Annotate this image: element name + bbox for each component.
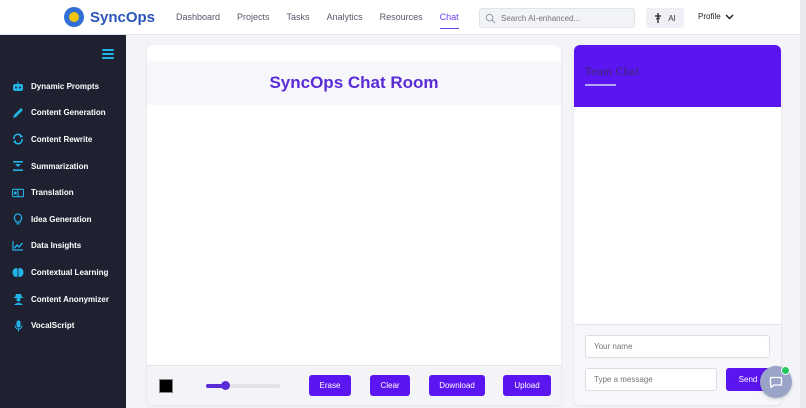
- name-field[interactable]: [585, 335, 770, 358]
- search-icon: [485, 13, 496, 23]
- menu-toggle-icon[interactable]: [102, 49, 114, 59]
- sidebar-item-label: Summarization: [31, 161, 89, 171]
- message-input[interactable]: [585, 368, 717, 391]
- sidebar-item-summarization[interactable]: Summarization: [0, 153, 126, 180]
- whiteboard-card: SyncOps Chat Room Erase Clear Download U…: [147, 45, 561, 405]
- page-scrollbar[interactable]: [800, 0, 806, 408]
- nav-resources[interactable]: Resources: [380, 12, 423, 29]
- sidebar-item-label: Content Anonymizer: [31, 294, 109, 304]
- online-status-dot: [781, 366, 790, 375]
- brand-logo[interactable]: SyncOps: [64, 7, 155, 27]
- brain-icon: [12, 266, 24, 278]
- ai-button[interactable]: AI: [646, 8, 684, 28]
- page-title: SyncOps Chat Room: [269, 73, 439, 92]
- search-box[interactable]: [479, 8, 635, 28]
- nav-analytics[interactable]: Analytics: [327, 12, 363, 29]
- board-toolbar: Erase Clear Download Upload: [147, 365, 561, 405]
- sidebar-item-vocalscript[interactable]: VocalScript: [0, 312, 126, 339]
- upload-button[interactable]: Upload: [503, 375, 551, 396]
- top-navbar: SyncOps Dashboard Projects Tasks Analyti…: [0, 0, 806, 35]
- pen-icon: [12, 107, 24, 119]
- sidebar-item-content-generation[interactable]: Content Generation: [0, 100, 126, 127]
- profile-menu[interactable]: Profile: [698, 12, 734, 21]
- sidebar-item-label: Data Insights: [31, 241, 82, 251]
- sidebar-item-label: Idea Generation: [31, 214, 92, 224]
- erase-button[interactable]: Erase: [309, 375, 351, 396]
- sidebar-item-dynamic-prompts[interactable]: Dynamic Prompts: [0, 73, 126, 100]
- sidebar-item-label: Content Rewrite: [31, 134, 93, 144]
- profile-label: Profile: [698, 12, 721, 21]
- sidebar-item-content-rewrite[interactable]: Content Rewrite: [0, 126, 126, 153]
- brand-name: SyncOps: [90, 8, 156, 26]
- sidebar-item-content-anonymizer[interactable]: Content Anonymizer: [0, 286, 126, 313]
- team-chat-panel: Team Chat Send: [574, 45, 781, 405]
- chevron-down-icon: [725, 13, 734, 20]
- brush-size-slider[interactable]: [206, 381, 280, 390]
- chat-messages: [574, 107, 781, 325]
- ai-button-label: AI: [668, 13, 676, 23]
- nav-projects[interactable]: Projects: [237, 12, 270, 29]
- chart-line-icon: [12, 240, 24, 252]
- lightbulb-icon: [12, 213, 24, 225]
- nav-chat[interactable]: Chat: [439, 12, 459, 29]
- slider-handle[interactable]: [220, 381, 230, 390]
- sidebar-item-data-insights[interactable]: Data Insights: [0, 233, 126, 260]
- summary-icon: [12, 160, 24, 172]
- chat-compose: Send: [574, 325, 781, 405]
- refresh-icon: [12, 133, 24, 145]
- main-nav: Dashboard Projects Tasks Analytics Resou…: [176, 12, 476, 29]
- nav-tasks[interactable]: Tasks: [287, 12, 310, 29]
- microphone-icon: [12, 320, 24, 332]
- clear-button[interactable]: Clear: [370, 375, 410, 396]
- sidebar-item-label: Content Generation: [31, 108, 106, 118]
- sidebar-list: Dynamic Prompts Content Generation Conte…: [0, 73, 126, 339]
- sidebar-item-label: VocalScript: [31, 321, 75, 331]
- drawing-canvas[interactable]: [147, 105, 561, 365]
- chat-header: Team Chat: [574, 45, 781, 107]
- translate-icon: [12, 187, 24, 199]
- chat-title: Team Chat: [585, 67, 640, 78]
- sidebar-item-contextual-learning[interactable]: Contextual Learning: [0, 259, 126, 286]
- board-header: SyncOps Chat Room: [147, 61, 561, 105]
- download-button[interactable]: Download: [429, 375, 485, 396]
- user-secret-icon: [12, 293, 24, 306]
- ai-icon: [655, 13, 662, 23]
- robot-icon: [12, 80, 24, 92]
- sidebar-item-translation[interactable]: Translation: [0, 179, 126, 206]
- search-input[interactable]: [501, 13, 631, 23]
- chat-bubble-icon: [769, 376, 783, 388]
- logo-icon: [64, 7, 84, 27]
- chat-title-underline: [585, 84, 616, 86]
- sidebar: Dynamic Prompts Content Generation Conte…: [0, 35, 126, 408]
- sidebar-item-label: Contextual Learning: [31, 267, 109, 277]
- nav-dashboard[interactable]: Dashboard: [176, 12, 220, 29]
- sidebar-item-idea-generation[interactable]: Idea Generation: [0, 206, 126, 233]
- brush-color-picker[interactable]: [159, 379, 173, 393]
- sidebar-item-label: Dynamic Prompts: [31, 81, 100, 91]
- sidebar-item-label: Translation: [31, 188, 74, 198]
